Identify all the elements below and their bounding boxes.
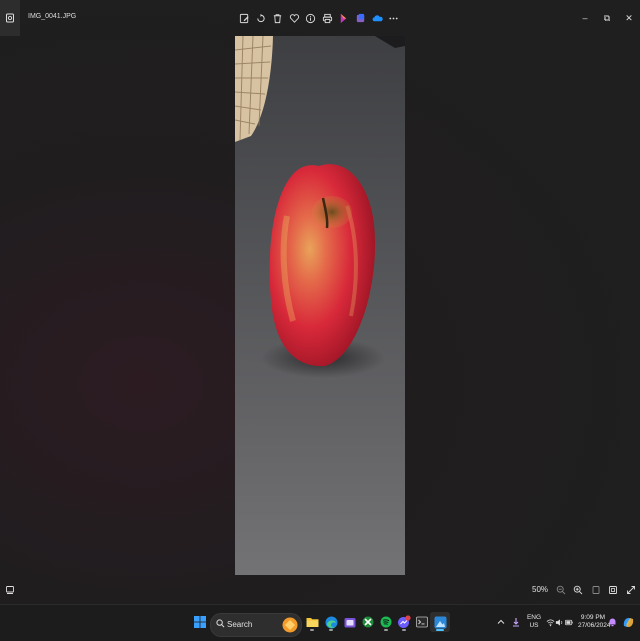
- onedrive-button[interactable]: [369, 9, 386, 27]
- search-label: Search: [227, 620, 253, 629]
- chevron-up-icon: [497, 619, 505, 624]
- folder-icon: [306, 618, 318, 627]
- region-code: US: [529, 622, 539, 629]
- taskbar-spotify[interactable]: [376, 612, 396, 632]
- search-highlight-icon: [282, 617, 298, 633]
- copilot-icon: [623, 617, 633, 627]
- more-icon: [389, 17, 398, 19]
- tray-app-icon: [513, 618, 519, 627]
- actual-size-button[interactable]: [589, 583, 603, 597]
- language-code: ENG: [526, 614, 542, 621]
- clipchamp-icon: [341, 13, 347, 23]
- clock-date: 27/06/2024: [578, 622, 611, 629]
- filmstrip-icon: [6, 586, 14, 594]
- taskbar-store[interactable]: [340, 612, 360, 632]
- taskbar-messenger[interactable]: [394, 612, 414, 632]
- film-strip-icon: [6, 13, 14, 23]
- delete-button[interactable]: [269, 9, 286, 27]
- info-button[interactable]: [302, 9, 319, 27]
- taskbar: Search ENG US 9:09 PM 27/06/2024: [0, 604, 640, 641]
- close-button[interactable]: ✕: [618, 0, 640, 36]
- photos-app: IMG_0041.JPG – ⧉ ✕ 50% Search ENG US 9:0…: [0, 0, 640, 641]
- taskbar-xbox[interactable]: [358, 612, 378, 632]
- running-indicator: [402, 629, 406, 631]
- clock[interactable]: 9:09 PM 27/06/2024: [578, 614, 611, 630]
- taskbar-file-explorer[interactable]: [302, 612, 322, 632]
- favorite-button[interactable]: [286, 9, 303, 27]
- show-hidden-icons-button[interactable]: [495, 612, 507, 632]
- actual-size-icon: [592, 586, 600, 594]
- start-button[interactable]: [190, 612, 210, 632]
- active-indicator: [436, 629, 444, 631]
- battery-icon: [565, 619, 573, 625]
- tray-app-button[interactable]: [509, 612, 523, 632]
- full-screen-icon: [627, 586, 635, 594]
- zoom-in-button[interactable]: [571, 583, 585, 597]
- filmstrip-toggle-button[interactable]: [3, 583, 17, 597]
- zoom-in-icon: [573, 585, 583, 595]
- taskbar-search-box[interactable]: Search: [210, 613, 302, 637]
- minimize-button[interactable]: –: [574, 0, 596, 36]
- running-indicator: [329, 629, 333, 631]
- notifications-button[interactable]: [606, 612, 618, 632]
- zoom-out-button[interactable]: [554, 583, 568, 597]
- bell-icon: [609, 618, 615, 627]
- print-button[interactable]: [319, 9, 336, 27]
- edge-icon: [325, 616, 337, 628]
- delete-icon: [273, 13, 282, 23]
- search-icon: [216, 619, 225, 628]
- photos-icon: [434, 616, 446, 628]
- running-indicator: [310, 629, 314, 631]
- running-indicator: [384, 629, 388, 631]
- status-bar: 50%: [0, 576, 640, 604]
- wifi-icon: [546, 619, 555, 626]
- full-screen-button[interactable]: [624, 583, 638, 597]
- clock-time: 9:09 PM: [580, 614, 606, 621]
- copilot-button[interactable]: [619, 612, 637, 632]
- volume-icon: [555, 618, 563, 626]
- title-bar: IMG_0041.JPG – ⧉ ✕: [0, 0, 640, 36]
- fit-to-window-icon: [609, 586, 617, 594]
- toolbar: [236, 9, 402, 27]
- zoom-out-icon: [556, 585, 566, 595]
- favorite-icon: [289, 13, 299, 23]
- film-strip-button[interactable]: [0, 0, 20, 36]
- edit-button[interactable]: [236, 9, 253, 27]
- edit-icon: [239, 13, 249, 23]
- onedrive-icon: [372, 14, 383, 21]
- store-icon: [344, 618, 356, 628]
- taskbar-photos[interactable]: [430, 612, 450, 632]
- input-language-indicator[interactable]: ENG US: [526, 614, 542, 630]
- xbox-icon: [362, 616, 374, 628]
- print-icon: [322, 13, 332, 23]
- quick-settings-button[interactable]: [543, 612, 577, 632]
- designer-icon: [356, 13, 365, 22]
- zoom-level: 50%: [532, 585, 549, 594]
- windows-start-icon: [194, 616, 206, 628]
- terminal-icon: [416, 616, 428, 628]
- designer-button[interactable]: [352, 9, 369, 27]
- file-name: IMG_0041.JPG: [28, 13, 77, 20]
- photo-viewer-image[interactable]: [235, 36, 405, 575]
- messenger-icon: [398, 615, 411, 628]
- rotate-icon: [257, 13, 266, 22]
- spotify-icon: [380, 616, 392, 628]
- window-controls: – ⧉ ✕: [574, 0, 640, 36]
- rotate-button[interactable]: [253, 9, 270, 27]
- fit-to-window-button[interactable]: [606, 583, 620, 597]
- info-icon: [306, 13, 316, 23]
- more-options-button[interactable]: [385, 9, 402, 27]
- maximize-button[interactable]: ⧉: [596, 0, 618, 36]
- apple-photo: [235, 36, 405, 575]
- taskbar-terminal[interactable]: [412, 612, 432, 632]
- taskbar-edge[interactable]: [321, 612, 341, 632]
- clipchamp-button[interactable]: [336, 9, 353, 27]
